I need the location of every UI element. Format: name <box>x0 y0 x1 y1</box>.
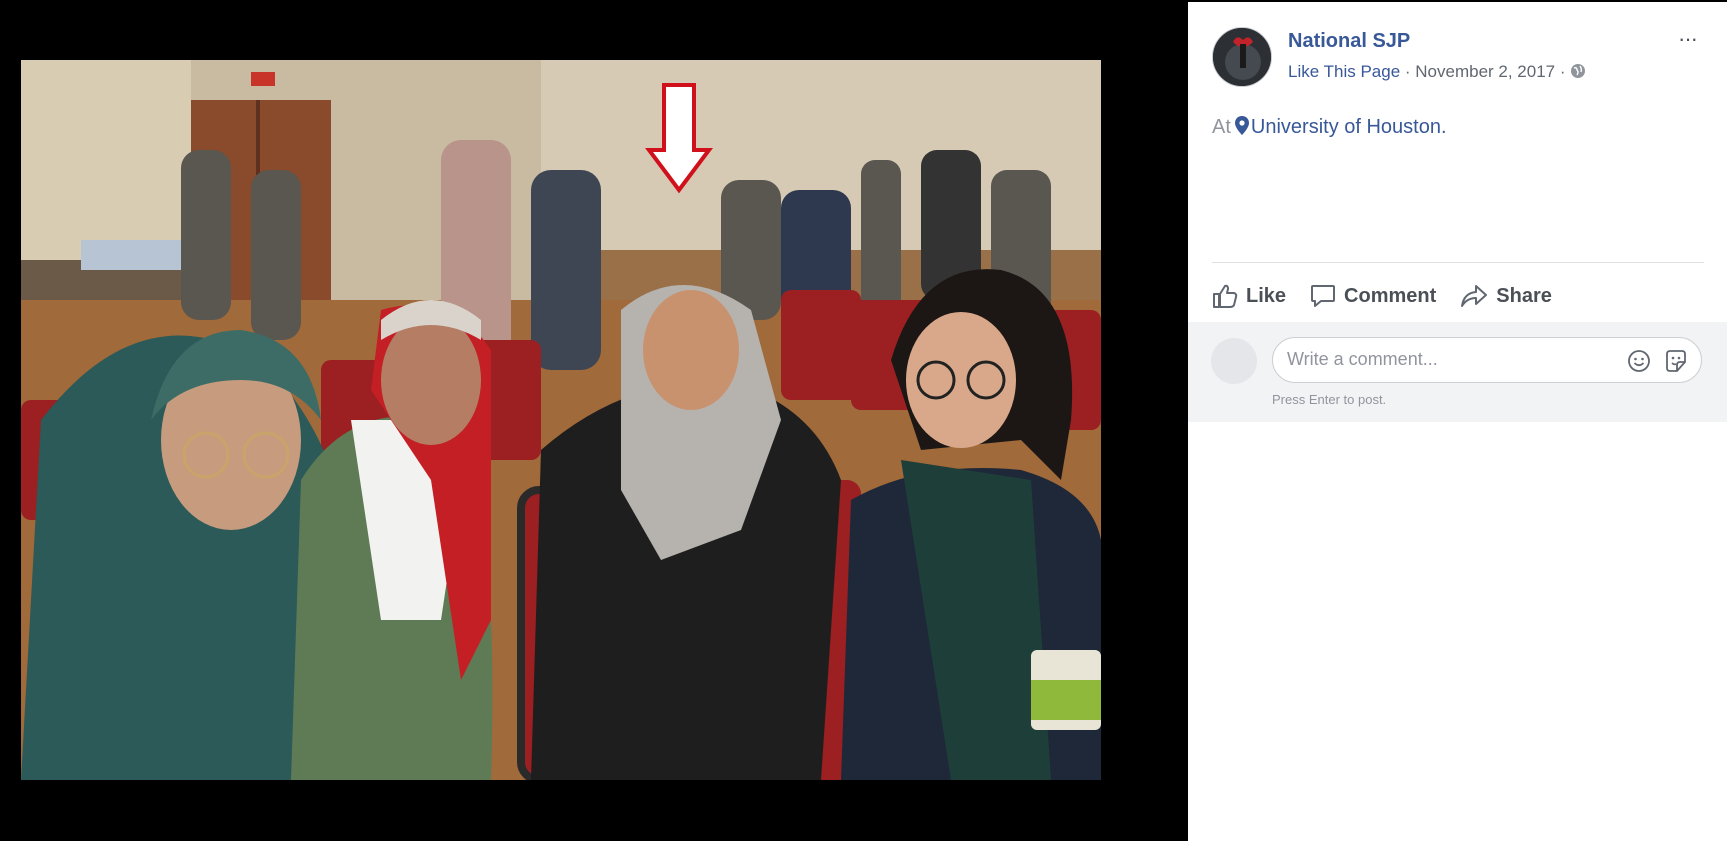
more-options-icon[interactable]: ··· <box>1678 26 1698 52</box>
globe-icon[interactable] <box>1570 62 1586 81</box>
current-user-avatar <box>1211 338 1257 384</box>
comment-button[interactable]: Comment <box>1310 283 1436 309</box>
map-pin-icon <box>1234 116 1249 141</box>
share-arrow-icon <box>1461 285 1488 307</box>
post-date[interactable]: November 2, 2017 <box>1415 62 1555 81</box>
location-link[interactable]: University of Houston <box>1251 116 1441 138</box>
like-page-link[interactable]: Like This Page <box>1288 62 1400 81</box>
emoji-icon[interactable] <box>1627 349 1651 378</box>
meta-separator: · <box>1400 62 1416 81</box>
post-panel: National SJP ··· Like This Page · Novemb… <box>1188 2 1727 841</box>
post-actions: Like Comment Share <box>1212 276 1576 316</box>
meta-separator-2: · <box>1555 62 1571 81</box>
sticker-icon[interactable] <box>1663 348 1689 379</box>
press-enter-hint: Press Enter to post. <box>1272 392 1387 407</box>
comment-box[interactable] <box>1272 337 1702 383</box>
post-meta: Like This Page · November 2, 2017 · <box>1288 62 1586 82</box>
actions-divider <box>1212 262 1704 263</box>
share-button[interactable]: Share <box>1460 283 1552 309</box>
comment-label: Comment <box>1344 284 1437 307</box>
thumbs-up-icon <box>1213 284 1238 308</box>
page-name-link[interactable]: National SJP <box>1288 30 1410 53</box>
location-prefix: At <box>1212 116 1231 138</box>
photo-viewer[interactable] <box>0 0 1188 841</box>
share-label: Share <box>1496 284 1552 307</box>
speech-bubble-icon <box>1311 285 1336 307</box>
comment-area: Press Enter to post. <box>1188 322 1727 422</box>
location-suffix: . <box>1440 116 1447 138</box>
location-line: At University of Houston. <box>1212 116 1447 141</box>
post-photo[interactable] <box>21 60 1101 780</box>
like-button[interactable]: Like <box>1212 283 1286 309</box>
like-label: Like <box>1246 284 1287 307</box>
page-avatar[interactable] <box>1212 27 1272 87</box>
comment-input[interactable] <box>1287 349 1617 370</box>
